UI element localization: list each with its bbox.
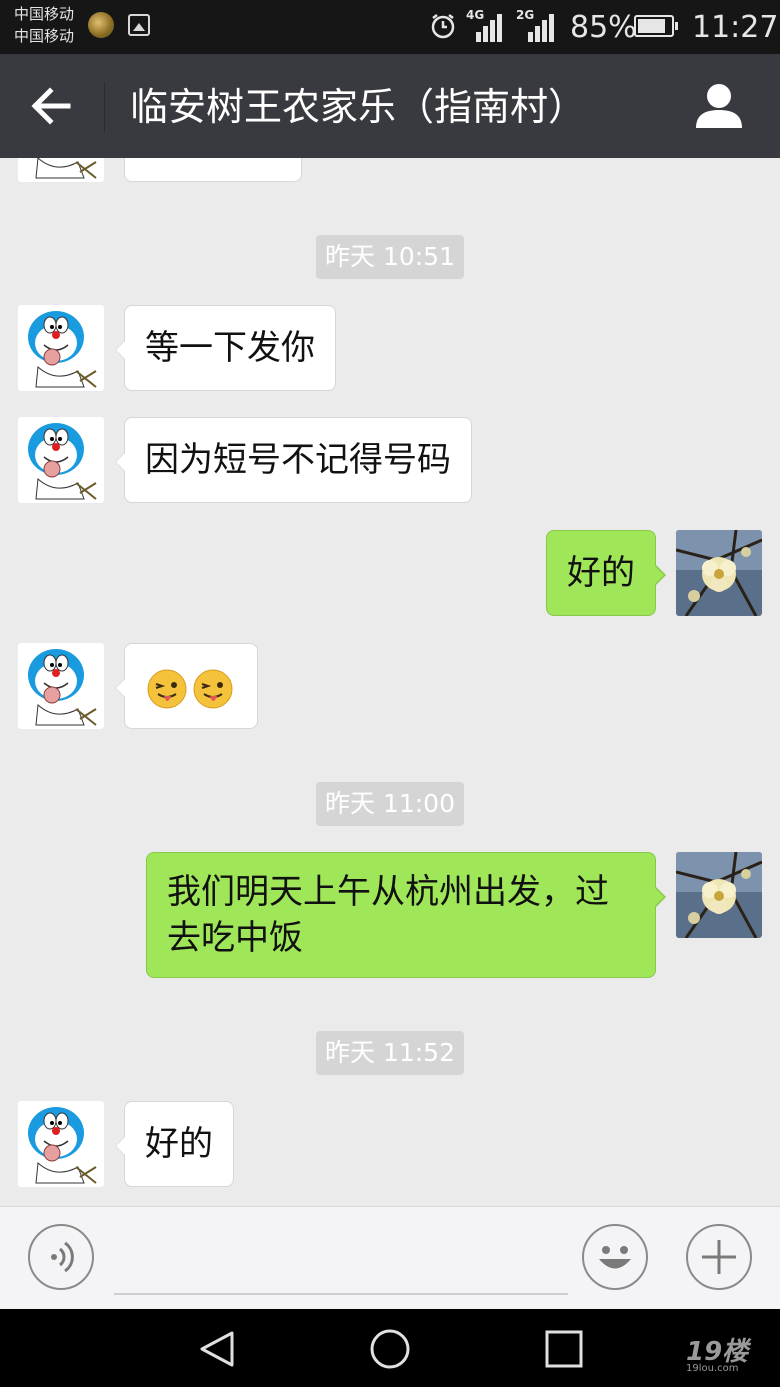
- chat-message-list[interactable]: 昨天 10:51 等一下发你 因为短号不记得号码 好的 昨天 11:00 我们明…: [0, 158, 780, 1206]
- status-bar: 中国移动 中国移动 4G 2G 85% 11:27: [0, 0, 780, 54]
- tongue-wink-emoji-icon: [147, 669, 187, 709]
- triangle-back-icon: [200, 1331, 234, 1367]
- chat-title: 临安树王农家乐（指南村）: [130, 85, 587, 129]
- incoming-message-bubble[interactable]: 因为短号不记得号码: [115, 417, 472, 503]
- arrow-left-icon: [31, 87, 71, 125]
- contact-avatar[interactable]: [18, 305, 104, 391]
- image-notification-icon: [128, 14, 150, 36]
- contact-avatar[interactable]: [18, 417, 104, 503]
- my-avatar[interactable]: [676, 852, 762, 938]
- emoji-button[interactable]: [582, 1224, 648, 1290]
- message-text: 好的: [567, 553, 635, 593]
- nav-recents-button[interactable]: [542, 1327, 586, 1371]
- notification-app-icon: [88, 12, 114, 38]
- timestamp: 昨天 11:00: [316, 782, 464, 826]
- carrier-1: 中国移动: [14, 5, 75, 23]
- timestamp: 昨天 10:51: [316, 235, 464, 279]
- tongue-wink-emoji-icon: [193, 669, 233, 709]
- back-button[interactable]: [20, 76, 84, 136]
- voice-icon: [51, 1241, 74, 1273]
- chat-header: 临安树王农家乐（指南村）: [0, 54, 780, 158]
- square-recents-icon: [545, 1330, 583, 1368]
- contact-avatar[interactable]: [18, 158, 104, 182]
- nav-back-button[interactable]: [196, 1327, 240, 1371]
- message-text: 因为短号不记得号码: [145, 440, 451, 480]
- nav-home-button[interactable]: [368, 1327, 412, 1371]
- contact-avatar[interactable]: [18, 643, 104, 729]
- incoming-emoji-bubble[interactable]: [115, 643, 258, 729]
- timestamp: 昨天 11:52: [316, 1031, 464, 1075]
- chat-info-button[interactable]: [690, 78, 748, 136]
- plus-icon: [702, 1240, 736, 1274]
- message-text-line: 去吃中饭: [167, 918, 303, 958]
- status-time: 11:27: [692, 10, 779, 45]
- my-avatar[interactable]: [676, 530, 762, 616]
- message-input[interactable]: [114, 1225, 568, 1295]
- incoming-message-bubble[interactable]: 等一下发你: [115, 305, 336, 391]
- more-options-button[interactable]: [686, 1224, 752, 1290]
- outgoing-message-bubble[interactable]: 好的: [546, 530, 666, 616]
- message-bubble-partial: [124, 158, 302, 182]
- smiley-icon: [599, 1246, 631, 1269]
- carrier-2: 中国移动: [14, 27, 75, 45]
- header-divider: [104, 82, 105, 132]
- voice-input-button[interactable]: [28, 1224, 94, 1290]
- signal-icon-1: [470, 12, 504, 42]
- contact-avatar[interactable]: [18, 1101, 104, 1187]
- signal-icon-2: [522, 12, 556, 42]
- carrier-labels: 中国移动 中国移动: [14, 3, 74, 47]
- battery-icon: [634, 15, 678, 37]
- battery-percent: 85%: [570, 10, 637, 45]
- person-icon: [696, 84, 742, 128]
- outgoing-message-bubble[interactable]: 我们明天上午从杭州出发，过 去吃中饭: [146, 852, 666, 978]
- watermark-logo: 19楼 19lou.com: [686, 1331, 748, 1374]
- alarm-icon: [431, 14, 455, 39]
- circle-home-icon: [370, 1329, 410, 1369]
- message-text: 等一下发你: [145, 328, 315, 368]
- system-nav-bar: 19楼 19lou.com: [0, 1309, 780, 1387]
- message-text: 好的: [145, 1124, 213, 1164]
- incoming-message-bubble[interactable]: 好的: [115, 1101, 234, 1187]
- input-bar: [0, 1206, 780, 1309]
- message-text-line: 我们明天上午从杭州出发，过: [167, 872, 609, 912]
